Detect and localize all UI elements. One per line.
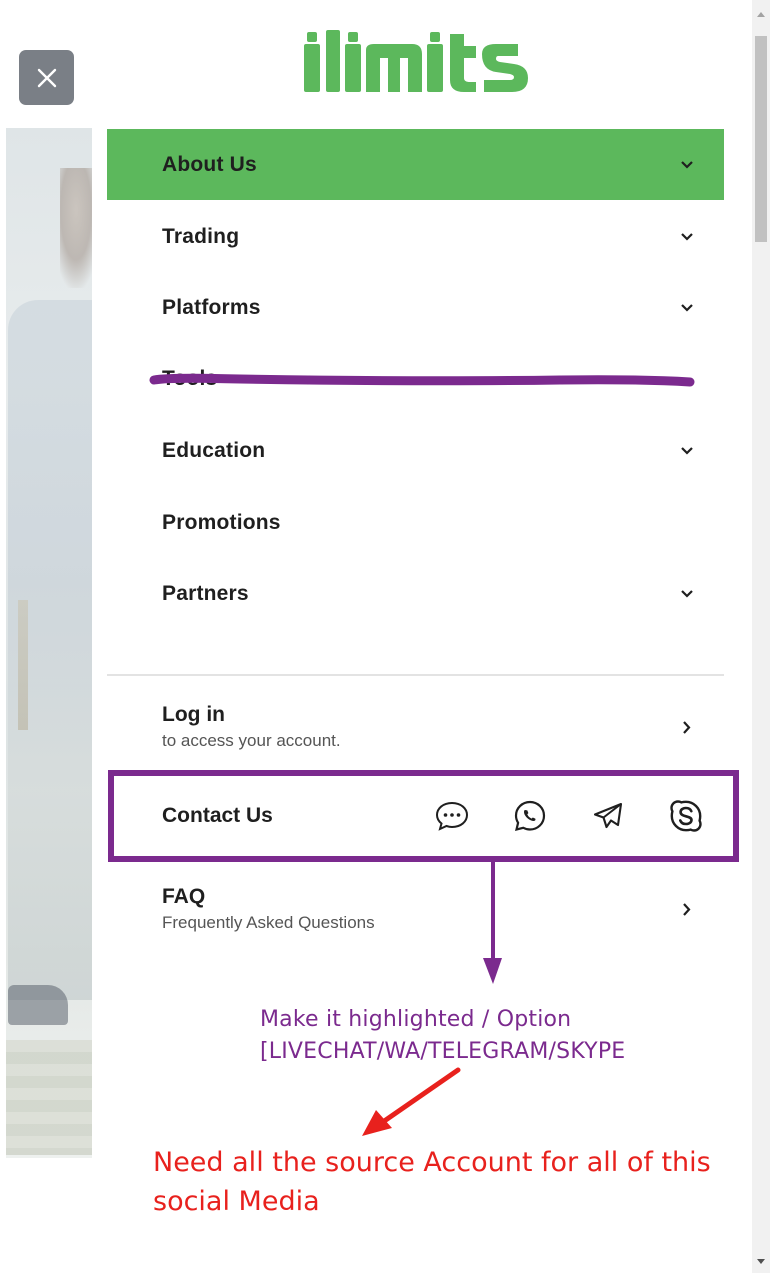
red-note-line-2: social Media: [153, 1186, 320, 1217]
chevron-down-icon[interactable]: [680, 158, 694, 172]
menu-item-label: Trading: [162, 224, 240, 248]
login-title: Log in: [162, 703, 225, 726]
menu-item-about-us[interactable]: About Us: [107, 129, 724, 200]
brand-logo[interactable]: [304, 22, 534, 100]
login-row[interactable]: Log in to access your account.: [107, 698, 724, 756]
annotation-purple-note: Make it highlighted / Option [LIVECHAT/W…: [260, 1004, 680, 1068]
hero-person-head: [60, 168, 92, 288]
menu-item-trading[interactable]: Trading: [107, 201, 724, 272]
menu-item-label: Education: [162, 438, 266, 462]
hero-chart-candle: [18, 600, 28, 730]
whatsapp-icon[interactable]: [512, 798, 548, 834]
chevron-right-icon: [680, 720, 694, 734]
menu-divider: [107, 674, 724, 676]
screen: About Us Trading Platforms Tools Educati…: [0, 0, 770, 1273]
red-note-line-1: Need all the source Account for all of t…: [153, 1147, 711, 1178]
scrollbar-thumb[interactable]: [755, 36, 767, 242]
login-text: Log in to access your account.: [162, 703, 341, 751]
purple-note-line-1: Make it highlighted / Option: [260, 1007, 572, 1032]
skype-icon[interactable]: [668, 798, 704, 834]
ilimits-logo: [304, 30, 528, 92]
telegram-icon[interactable]: [590, 798, 626, 834]
menu-item-platforms[interactable]: Platforms: [107, 272, 724, 343]
menu-item-label: Tools: [162, 366, 218, 390]
hero-person-shoe: [8, 985, 68, 1025]
close-menu-button[interactable]: [19, 50, 74, 105]
faq-title: FAQ: [162, 885, 206, 908]
menu-item-promotions[interactable]: Promotions: [107, 487, 724, 558]
annotation-red-note: Need all the source Account for all of t…: [153, 1143, 753, 1221]
contact-icons: [434, 798, 704, 834]
menu-item-tools[interactable]: Tools: [107, 343, 724, 414]
menu-item-partners[interactable]: Partners: [107, 558, 724, 629]
contact-us-title: Contact Us: [162, 804, 273, 827]
login-subtitle: to access your account.: [162, 731, 341, 750]
faq-subtitle: Frequently Asked Questions: [162, 913, 375, 932]
chevron-down-icon[interactable]: [680, 301, 694, 315]
contact-us-row: Contact Us: [107, 785, 724, 847]
menu-item-label: Partners: [162, 581, 249, 605]
side-menu-panel: About Us Trading Platforms Tools Educati…: [92, 0, 752, 1273]
chevron-right-icon: [680, 902, 694, 916]
faq-row[interactable]: FAQ Frequently Asked Questions: [107, 880, 724, 938]
chevron-down-icon[interactable]: [680, 230, 694, 244]
chevron-down-icon[interactable]: [680, 587, 694, 601]
chevron-down-icon[interactable]: [680, 444, 694, 458]
scroll-up-icon[interactable]: [756, 10, 766, 18]
menu-item-label: Platforms: [162, 295, 261, 319]
livechat-icon[interactable]: [434, 798, 470, 834]
scroll-down-icon[interactable]: [756, 1258, 766, 1266]
hero-base: [6, 1040, 92, 1155]
purple-note-line-2: [LIVECHAT/WA/TELEGRAM/SKYPE: [260, 1039, 626, 1064]
menu-item-education[interactable]: Education: [107, 415, 724, 486]
faq-text: FAQ Frequently Asked Questions: [162, 885, 375, 933]
menu-item-label: Promotions: [162, 510, 281, 534]
menu-item-label: About Us: [162, 152, 257, 176]
background-hero-strip: [0, 0, 92, 1273]
close-icon: [37, 68, 56, 87]
